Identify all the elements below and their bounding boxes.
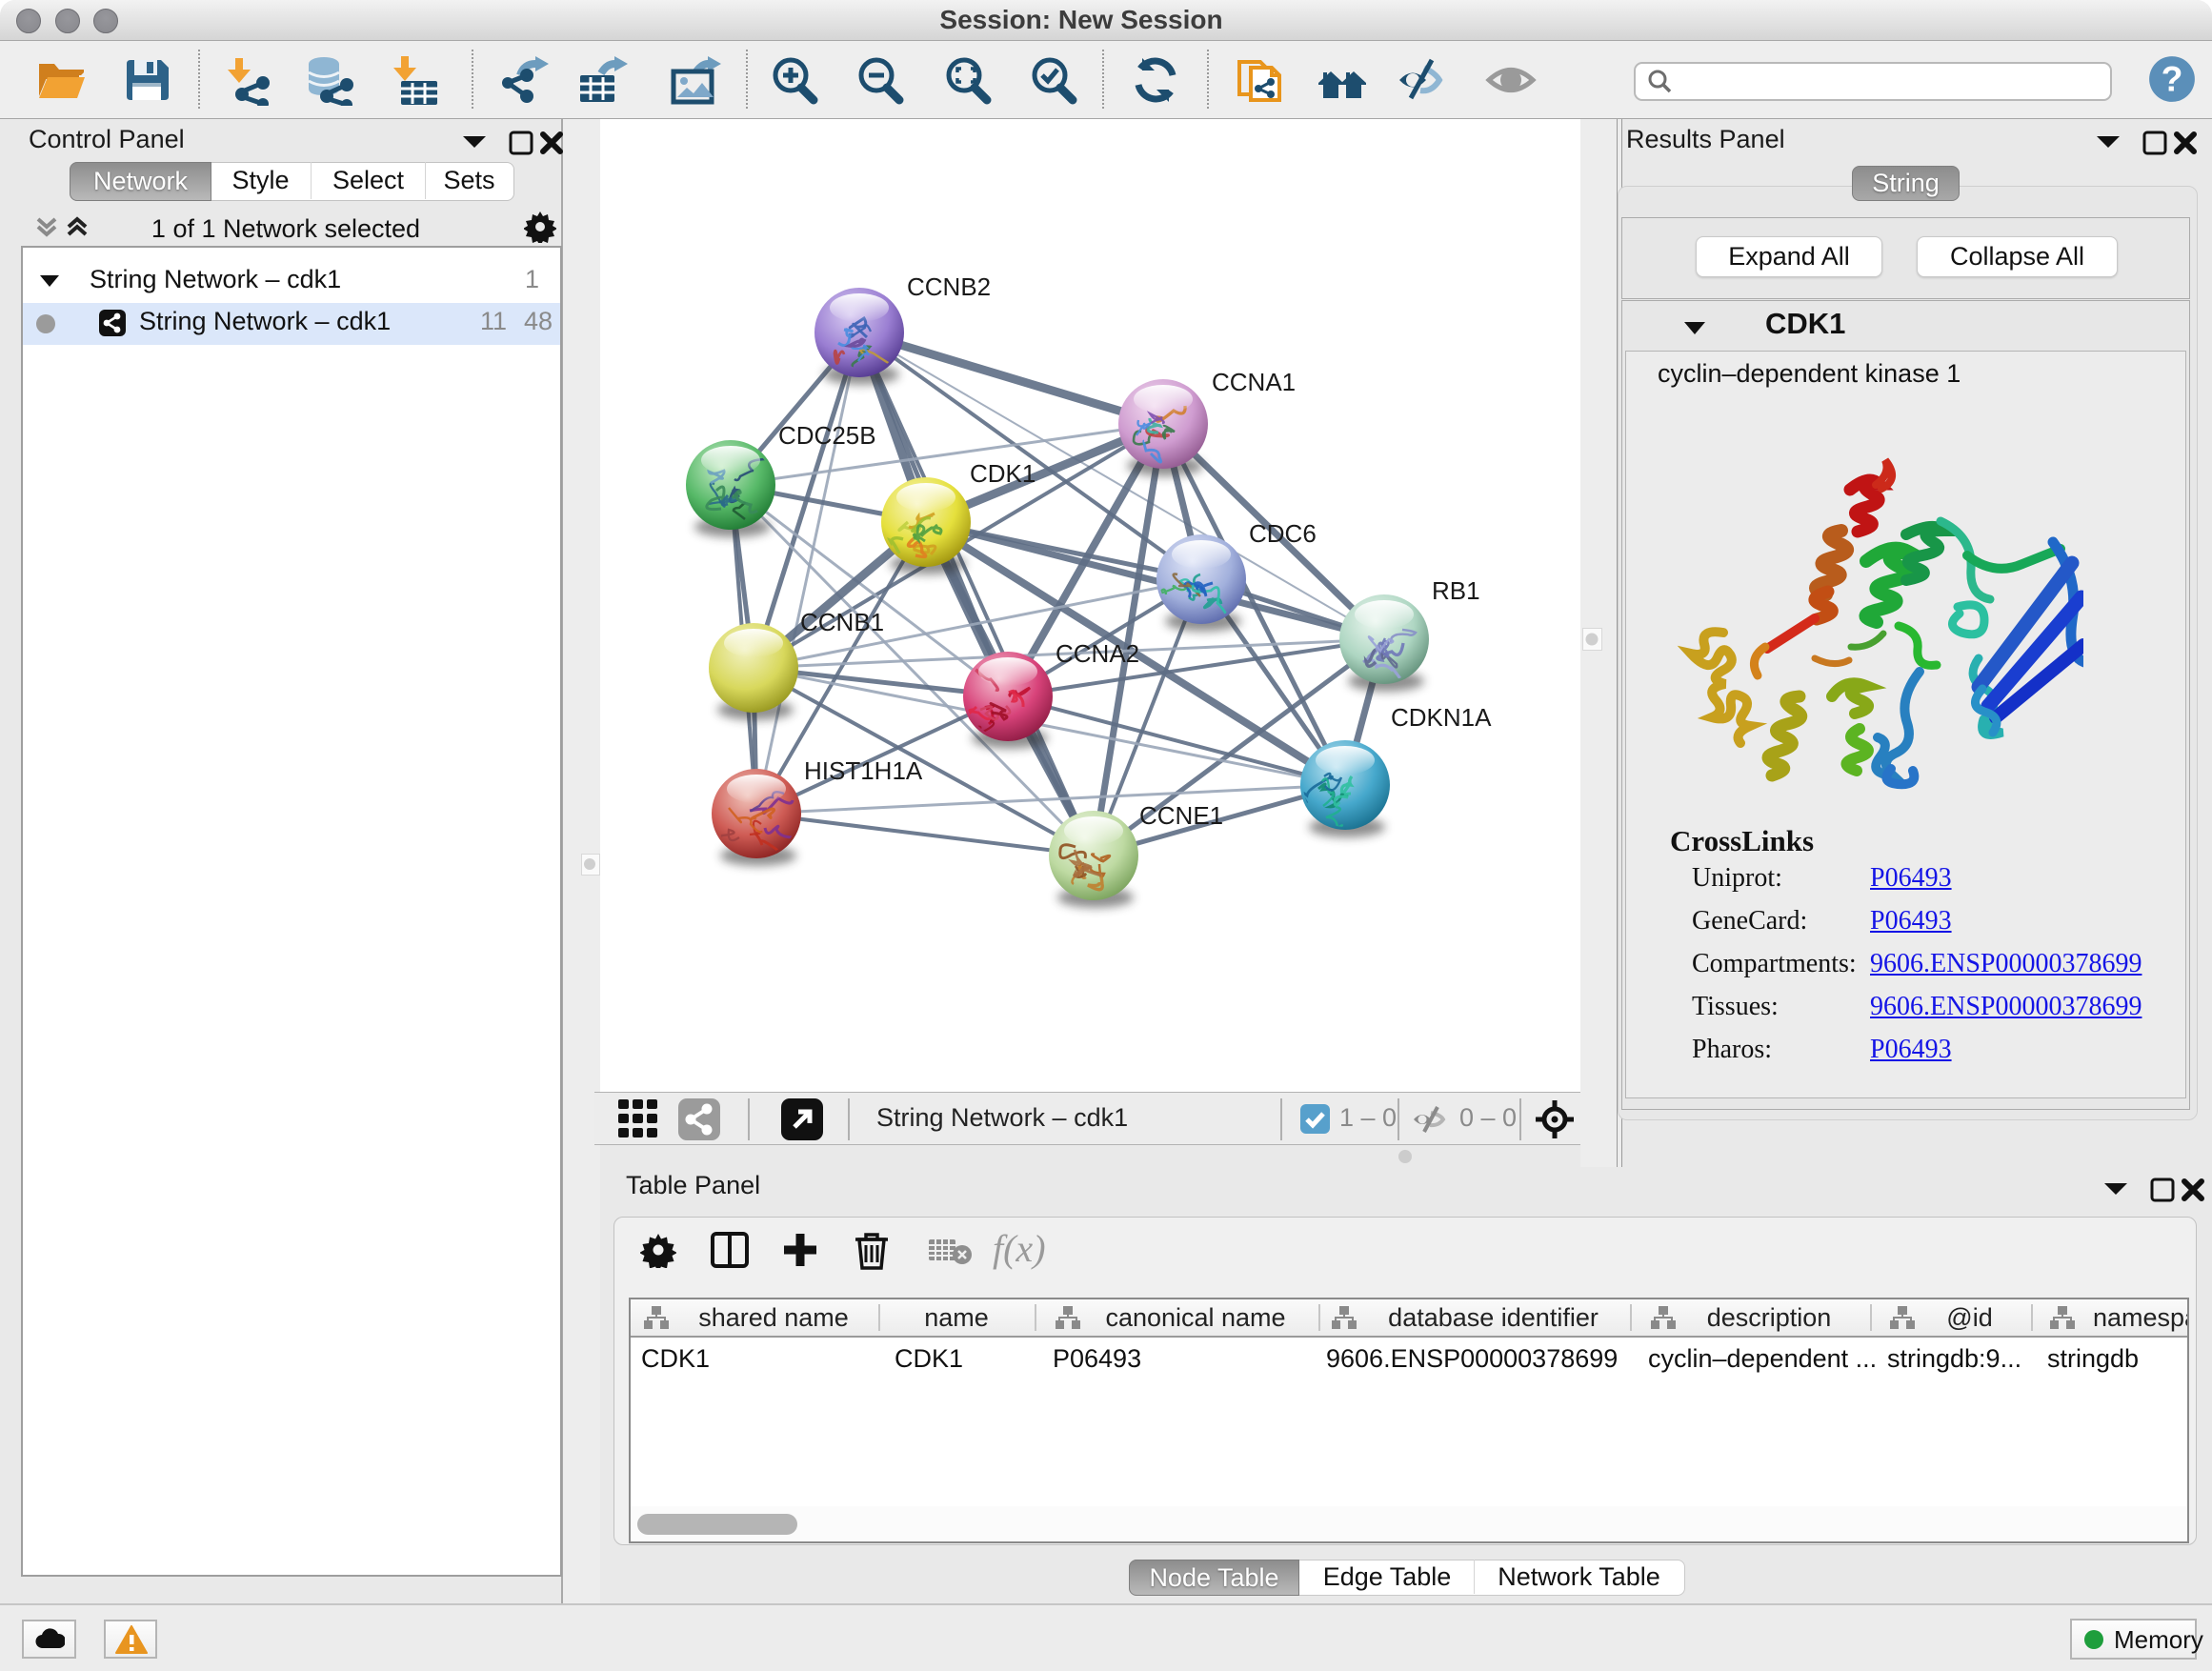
- svg-text:CCNA1: CCNA1: [1212, 368, 1296, 396]
- svg-text:CCNB2: CCNB2: [907, 272, 991, 301]
- svg-text:CDC25B: CDC25B: [778, 421, 876, 450]
- svg-text:CCNE1: CCNE1: [1139, 801, 1223, 830]
- svg-text:RB1: RB1: [1432, 576, 1480, 605]
- svg-text:CDKN1A: CDKN1A: [1391, 703, 1492, 732]
- svg-text:CCNB1: CCNB1: [800, 608, 884, 636]
- svg-text:HIST1H1A: HIST1H1A: [804, 756, 923, 785]
- svg-text:CDC6: CDC6: [1249, 519, 1317, 548]
- svg-text:?: ?: [2162, 58, 2183, 98]
- svg-text:CCNA2: CCNA2: [1056, 639, 1139, 668]
- svg-text:CDK1: CDK1: [970, 459, 1036, 488]
